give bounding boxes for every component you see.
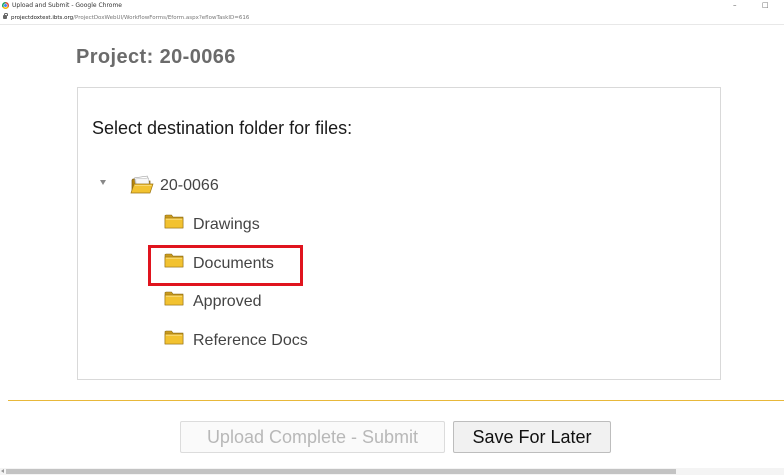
folder-icon (164, 330, 184, 345)
address-bar[interactable]: projectdoxtest.ibts.org/ProjectDoxWebUI/… (0, 12, 784, 25)
folder-icon (164, 291, 184, 306)
url-path: /ProjectDoxWebUI/WorkflowForms/Eform.asp… (73, 15, 250, 21)
minimize-button[interactable]: – (733, 1, 737, 9)
upload-complete-submit-button[interactable]: Upload Complete - Submit (180, 421, 445, 453)
open-folder-icon[interactable] (130, 175, 154, 195)
panel-heading: Select destination folder for files: (92, 118, 353, 138)
browser-title-bar: Upload and Submit - Google Chrome – □ (0, 0, 784, 12)
tree-item-label: Approved (193, 293, 262, 310)
tree-item-label: Reference Docs (193, 332, 308, 349)
chrome-icon (2, 2, 9, 9)
footer-divider (8, 400, 784, 401)
highlight-annotation-box (148, 245, 303, 286)
tree-item-label: Drawings (193, 216, 260, 233)
tree-root-label[interactable]: 20-0066 (160, 176, 219, 196)
window-title: Upload and Submit - Google Chrome (12, 2, 122, 9)
scrollbar-thumb[interactable] (6, 469, 676, 474)
maximize-button[interactable]: □ (762, 1, 769, 9)
url-host: projectdoxtest.ibts.org (11, 15, 74, 21)
save-for-later-button[interactable]: Save For Later (453, 421, 611, 453)
scroll-left-arrow-icon[interactable] (1, 469, 4, 473)
collapse-toggle-icon[interactable] (100, 180, 106, 185)
url-text[interactable]: projectdoxtest.ibts.org/ProjectDoxWebUI/… (11, 14, 249, 22)
page-title: Project: 20-0066 (76, 46, 236, 68)
lock-icon (3, 12, 8, 19)
folder-icon (164, 214, 184, 229)
